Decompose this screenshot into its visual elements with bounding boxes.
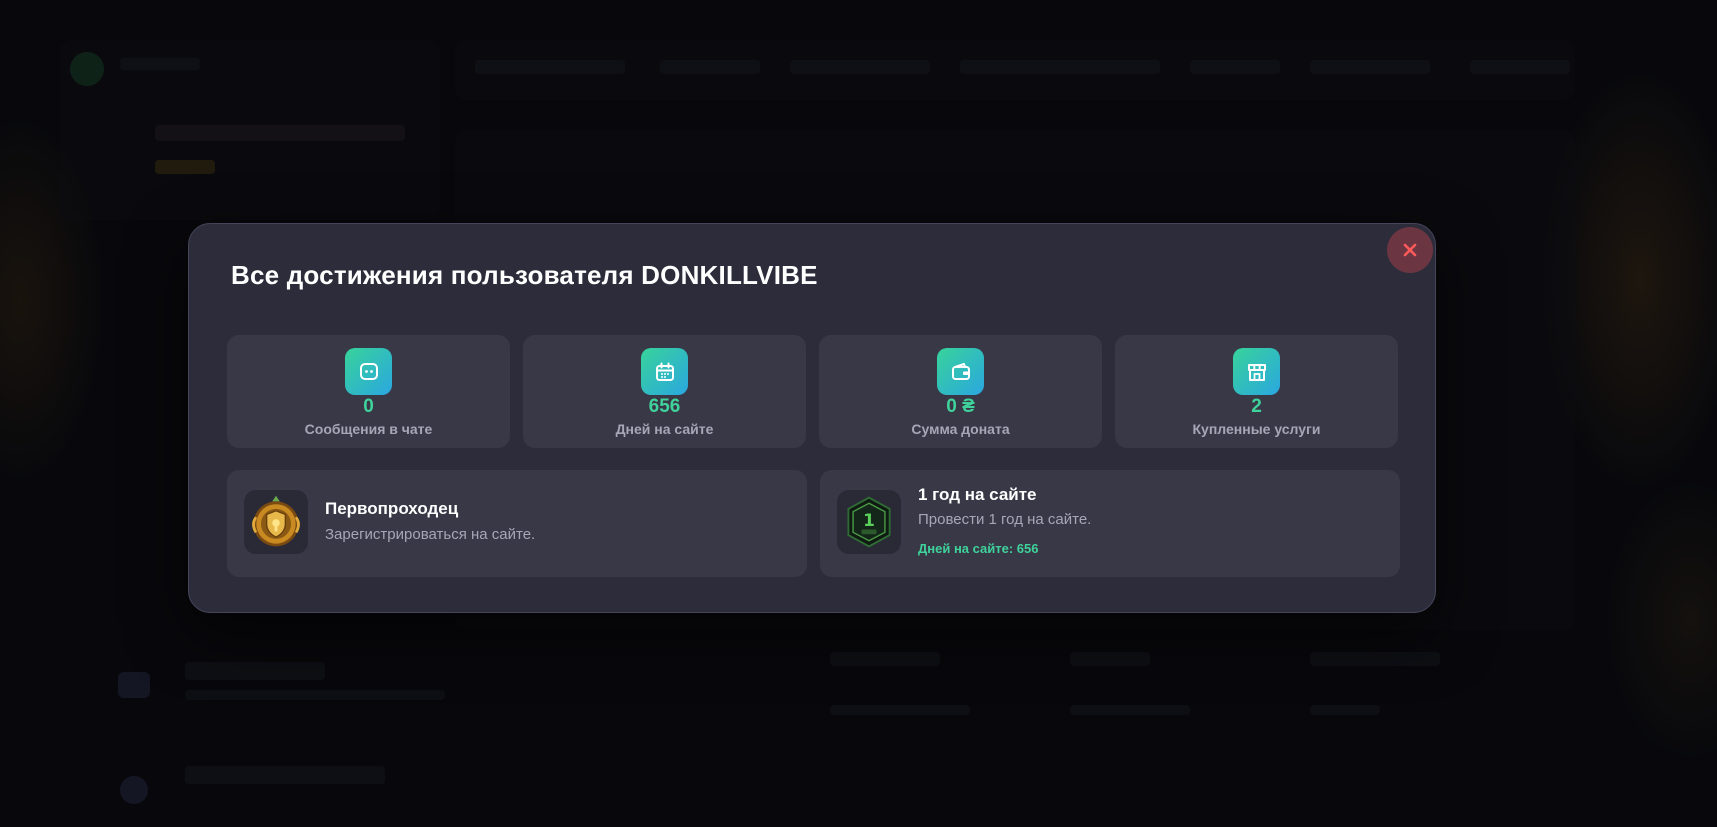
achievement-description: Провести 1 год на сайте. xyxy=(918,511,1092,528)
close-icon xyxy=(1403,243,1417,257)
achievement-description: Зарегистрироваться на сайте. xyxy=(325,526,536,543)
stat-label: Купленные услуги xyxy=(1192,421,1321,437)
stat-value: 2 xyxy=(1251,396,1262,417)
achievement-title: 1 год на сайте xyxy=(918,485,1037,504)
stat-label: Сообщения в чате xyxy=(304,421,433,437)
stat-label: Сумма доната xyxy=(911,421,1010,437)
svg-text:1: 1 xyxy=(863,510,875,530)
achievements-modal: Все достижения пользователя DONKILLVIBE … xyxy=(188,223,1436,613)
one-year-badge-icon: 1 xyxy=(837,490,901,554)
gold-medal-icon xyxy=(244,490,308,554)
calendar-icon xyxy=(641,348,688,395)
stat-card-donation-sum: 0 ₴ Сумма доната xyxy=(819,335,1102,448)
wallet-icon xyxy=(937,348,984,395)
modal-title: Все достижения пользователя DONKILLVIBE xyxy=(231,260,818,290)
close-button[interactable] xyxy=(1387,227,1433,273)
stats-row: 0 Сообщения в чате 656 Дней на сайте 0 ₴… xyxy=(227,335,1398,448)
stat-label: Дней на сайте xyxy=(615,421,714,437)
achievement-title: Первопроходец xyxy=(325,499,459,518)
stat-card-purchased-services: 2 Купленные услуги xyxy=(1115,335,1398,448)
achievement-card-pioneer: Первопроходец Зарегистрироваться на сайт… xyxy=(227,470,807,577)
store-icon xyxy=(1233,348,1280,395)
stat-card-chat-messages: 0 Сообщения в чате xyxy=(227,335,510,448)
stat-value: 0 xyxy=(363,396,374,417)
achievement-progress: Дней на сайте: 656 xyxy=(918,541,1039,556)
stat-value: 656 xyxy=(648,396,681,417)
achievements-row: Первопроходец Зарегистрироваться на сайт… xyxy=(227,470,1400,577)
chat-icon xyxy=(345,348,392,395)
achievement-card-one-year: 1 1 год на сайте Провести 1 год на сайте… xyxy=(820,470,1400,577)
stat-value: 0 ₴ xyxy=(946,396,975,417)
stat-card-days-on-site: 656 Дней на сайте xyxy=(523,335,806,448)
